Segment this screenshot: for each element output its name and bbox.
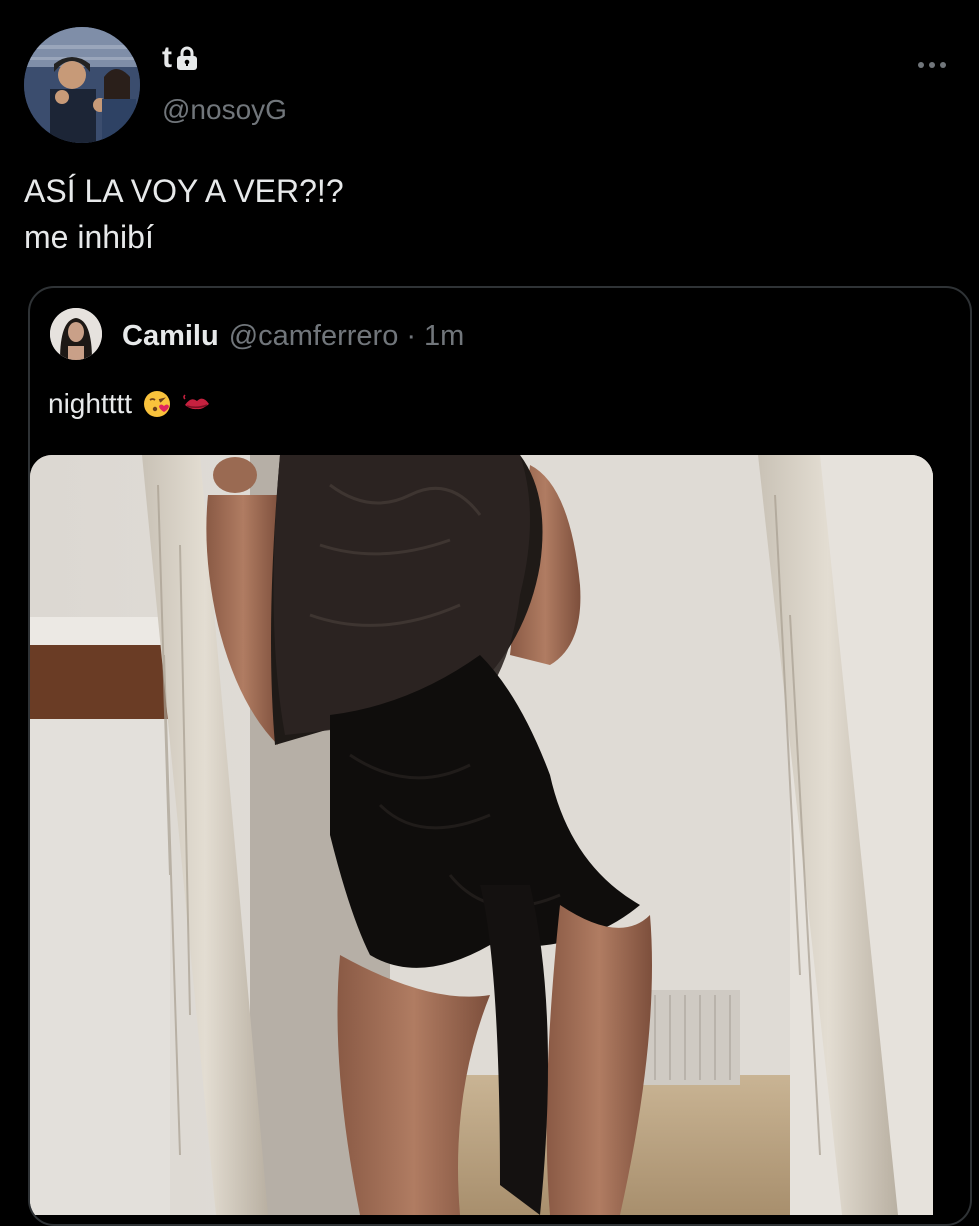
tweet: t @nosoyG ASÍ LA VOY A VER?!? me inhibí [0,0,979,1226]
quoted-author-handle[interactable]: @camferrero [229,320,399,353]
quoted-author-avatar[interactable] [50,308,102,360]
quoted-tweet[interactable]: Camilu @camferrero · 1m nightttt [28,286,972,1226]
tweet-text-line: me inhibí [24,219,154,255]
quoted-text-content: nightttt [48,388,133,419]
author-avatar[interactable] [24,27,140,143]
author-display-name[interactable]: t [162,38,172,78]
tweet-text: ASÍ LA VOY A VER?!? me inhibí [24,168,944,260]
tweet-text-line: ASÍ LA VOY A VER?!? [24,173,344,209]
author-handle[interactable]: @nosoyG [162,92,287,128]
quoted-timestamp[interactable]: 1m [424,320,464,353]
kiss-mark-icon [182,389,212,419]
author-name-row[interactable]: t [162,38,198,78]
photo-image [30,455,933,1215]
author-avatar-image [24,27,140,143]
quoted-media-photo[interactable] [30,455,933,1215]
more-dots-icon [918,62,946,68]
face-blowing-kiss-icon [142,389,172,419]
lock-icon [176,46,198,70]
separator-dot: · [406,319,416,352]
quoted-author-row: Camilu @camferrero · 1m [122,316,464,356]
quoted-author-display-name[interactable]: Camilu [122,320,219,353]
more-button[interactable] [912,50,952,80]
quoted-tweet-text: nightttt [48,384,212,424]
quoted-author-avatar-image [50,308,102,360]
